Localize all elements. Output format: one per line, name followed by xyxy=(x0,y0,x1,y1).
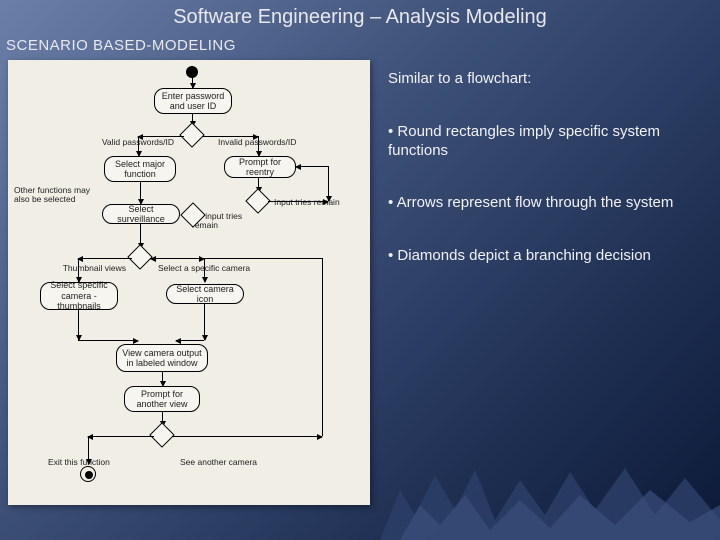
flow-arrow xyxy=(204,258,205,282)
flow-arrow xyxy=(78,258,132,259)
decision-input-tries xyxy=(245,188,270,213)
label-invalid: Invalid passwords/ID xyxy=(218,138,338,147)
flow-arrow xyxy=(322,258,323,436)
node-select-surveillance: Select surveillance xyxy=(102,204,180,224)
label-select-specific-camera: Select a specific camera xyxy=(158,264,278,273)
flow-arrow xyxy=(138,136,184,137)
page-title: Software Engineering – Analysis Modeling xyxy=(0,0,720,29)
flow-arrow xyxy=(78,340,138,341)
start-node-icon xyxy=(186,66,198,78)
decision-another-view xyxy=(149,422,174,447)
flow-arrow xyxy=(176,340,204,341)
notes-column: Similar to a flowchart: • Round rectangl… xyxy=(370,60,720,515)
content-row: Enter password and user ID Valid passwor… xyxy=(0,60,720,515)
node-enter-password: Enter password and user ID xyxy=(154,88,232,114)
flow-arrow xyxy=(78,310,79,340)
node-select-specific-thumbnails: Select specific camera - thumbnails xyxy=(40,282,118,310)
bullet-diamonds: • Diamonds depict a branching decision xyxy=(388,247,700,266)
label-see-another-camera: See another camera xyxy=(180,458,290,467)
decision-view-type xyxy=(127,244,152,269)
flow-arrow xyxy=(162,372,163,386)
flow-arrow xyxy=(204,304,205,340)
flow-arrow xyxy=(140,182,141,204)
label-valid: Valid passwords/ID xyxy=(64,138,174,147)
flow-arrow xyxy=(88,436,154,437)
label-tries-remain: Input tries remain xyxy=(274,198,354,207)
flow-arrow xyxy=(172,436,322,437)
decision-valid-password xyxy=(179,122,204,147)
end-node-icon xyxy=(80,466,96,482)
notes-intro: Similar to a flowchart: xyxy=(388,70,700,89)
node-view-camera-output: View camera output in labeled window xyxy=(116,344,208,372)
flow-arrow xyxy=(138,136,139,156)
activity-diagram: Enter password and user ID Valid passwor… xyxy=(8,60,370,505)
section-subtitle: SCENARIO BASED-MODELING xyxy=(0,29,720,54)
flow-arrow xyxy=(78,258,79,282)
flow-arrow xyxy=(192,78,193,88)
node-prompt-another-view: Prompt for another view xyxy=(124,386,200,412)
flow-arrow xyxy=(328,166,329,201)
node-prompt-reentry: Prompt for reentry xyxy=(224,156,296,178)
note-other-functions: Other functions may also be selected xyxy=(14,186,92,205)
flow-arrow xyxy=(202,136,258,137)
flow-arrow xyxy=(258,136,259,156)
bullet-arrows: • Arrows represent flow through the syst… xyxy=(388,194,700,213)
flow-arrow xyxy=(151,258,322,259)
label-thumbnail-views: Thumbnail views xyxy=(46,264,126,273)
flow-arrow xyxy=(296,166,328,167)
bullet-round-rectangles: • Round rectangles imply specific system… xyxy=(388,123,700,161)
node-select-camera-icon: Select camera icon xyxy=(166,284,244,304)
node-select-major-function: Select major function xyxy=(104,156,176,182)
flow-arrow xyxy=(268,201,328,202)
flow-arrow xyxy=(88,436,89,464)
